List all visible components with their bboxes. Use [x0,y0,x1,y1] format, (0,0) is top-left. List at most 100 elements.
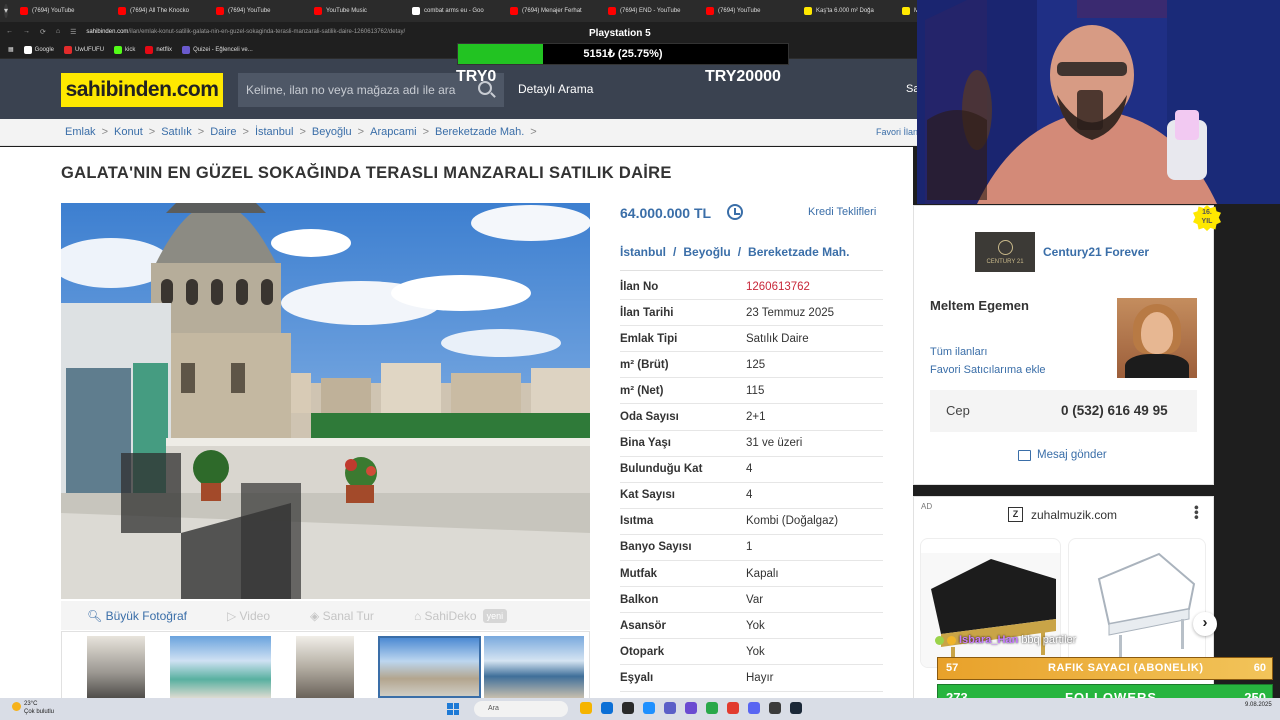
big-photo-button[interactable]: 🔍︎ Büyük Fotoğraf [87,609,187,623]
discord-icon[interactable] [748,702,760,714]
chat-badge-icon [947,635,956,645]
thumbnail-strip [61,631,590,701]
bookmark-item[interactable]: Quizei - Eğlenceli ve... [182,45,253,54]
tab-favicon-icon [216,7,225,15]
browser-tab[interactable]: (7694) All The Knocko [112,2,210,20]
thumbnail[interactable] [296,636,354,698]
location-link[interactable]: İstanbul [620,245,666,259]
forward-icon[interactable]: → [23,28,30,35]
credit-offers-link[interactable]: Kredi Teklifleri [808,206,876,218]
obs-icon[interactable] [769,702,781,714]
teams-icon[interactable] [664,702,676,714]
breadcrumb-item[interactable]: Beyoğlu [312,126,352,138]
breadcrumb-item[interactable]: İstanbul [255,126,294,138]
all-listings-link[interactable]: Tüm ilanları [930,346,987,358]
location-link[interactable]: Bereketzade Mah. [748,245,849,259]
detail-value: 23 Temmuz 2025 [746,306,835,319]
ad-advertiser[interactable]: Zzuhalmuzik.com [1008,507,1117,522]
breadcrumb: Emlak > Konut > Satılık > Daire > İstanbul > Beyoğ… [65,126,537,138]
detail-label: Mutfak [620,567,658,580]
edge-icon[interactable] [601,702,613,714]
message-icon [1018,449,1031,461]
bookmark-label: Google [34,46,55,53]
send-message-button[interactable]: Mesaj gönder [1018,449,1107,461]
divider [620,270,883,271]
browser-tab[interactable]: (7694) YouTube [14,2,112,20]
location-link[interactable]: Beyoğlu [683,245,730,259]
browser-tab[interactable]: (7694) Menajer Ferhat [504,2,602,20]
apps-icon[interactable]: ▦ [8,46,14,53]
app-icon[interactable] [622,702,634,714]
breadcrumb-item[interactable]: Konut [114,126,143,138]
detail-value: 125 [746,358,766,371]
app-icon[interactable] [685,702,697,714]
sahideko-button: ⌂ SahiDeko [413,608,477,623]
detail-label: Isıtma [620,515,654,528]
chat-badge-icon [935,635,944,645]
tab-favicon-icon [118,7,127,15]
detail-row: Isıtma Kombi (Doğalgaz) [620,509,883,535]
thumbnail[interactable] [87,636,145,698]
detail-label: m² (Brüt) [620,358,669,371]
chrome-icon[interactable] [706,702,718,714]
breadcrumb-separator: > [357,126,365,138]
thumbnail[interactable] [484,636,584,698]
reload-icon[interactable]: ⟳ [40,28,46,36]
thumbnail-selected[interactable] [378,636,481,698]
file-explorer-icon[interactable] [580,702,592,714]
bookmark-favicon-icon [114,45,123,54]
tab-favicon-icon [412,7,421,15]
breadcrumb-item[interactable]: Satılık [161,126,192,138]
detail-value: Hayır [746,671,774,684]
bookmark-item[interactable]: kick [114,45,135,54]
address-bar[interactable]: sahibinden.com/ilan/emlak-konut-satilik-… [86,29,405,35]
bookmark-item[interactable]: UwUFUFU [64,45,104,54]
bookmark-item[interactable]: netflix [145,45,172,54]
bookmark-item[interactable]: Google [23,45,55,54]
browser-tab[interactable]: (7694) YouTube [700,2,798,20]
browser-tab[interactable]: combat arms eu - Goo [406,2,504,20]
site-info-icon[interactable]: ☰ [70,28,76,36]
carousel-next-icon[interactable]: › [1193,612,1217,636]
weather-widget[interactable]: 23°C Çok bulutlu [12,700,54,716]
breadcrumb-item[interactable]: Bereketzade Mah. [435,126,524,138]
detail-value: Yok [746,645,765,658]
back-icon[interactable]: ← [6,28,13,35]
detail-row: Eşyalı Hayır [620,665,883,692]
detail-row: Emlak Tipi Satılık Daire [620,326,883,353]
breadcrumb-item[interactable]: Emlak [65,126,96,138]
breadcrumb-item[interactable]: Daire [210,126,236,138]
browser-tab[interactable]: (7694) YouTube [210,2,308,20]
detail-row: Bulunduğu Kat 4 [620,457,883,483]
browser-tab[interactable]: Kaş'ta 6.000 m² Doğa [798,2,896,20]
steam-icon[interactable] [790,702,802,714]
mail-icon[interactable] [643,702,655,714]
browser-tab[interactable]: (7694) END - YouTube [602,2,700,20]
detail-label: Kat Sayısı [620,489,675,502]
main-photo[interactable] [61,203,590,599]
breadcrumb-item[interactable]: Arapcami [370,126,416,138]
listing-title: GALATA'NIN EN GÜZEL SOKAĞINDA TERASLI MA… [61,164,672,182]
add-favorite-seller-link[interactable]: Favori Satıcılarıma ekle [930,364,1046,376]
tab-label: (7694) Menajer Ferhat [522,8,582,14]
tab-search-icon[interactable]: ▾ [4,4,9,18]
windows-start-icon[interactable] [447,703,459,715]
agency-logo[interactable]: CENTURY 21 [975,232,1035,272]
phone-number[interactable]: 0 (532) 616 49 95 [1061,403,1168,418]
ad-product-image[interactable] [1068,538,1206,668]
ad-product-image[interactable] [920,538,1061,668]
thumbnail[interactable] [170,636,271,698]
bookmark-favicon-icon [182,45,191,54]
detail-value: 115 [746,384,765,397]
home-icon[interactable]: ⌂ [56,28,60,35]
taskbar-search[interactable]: Ara [474,701,568,717]
donation-goal-title: Playstation 5 [589,28,651,39]
price-history-icon[interactable] [727,204,743,220]
site-logo[interactable]: sahibinden.com [61,73,223,107]
app-icon[interactable] [727,702,739,714]
favorite-listing-link[interactable]: Favori İlan [876,127,918,137]
agency-name[interactable]: Century21 Forever [1043,245,1149,259]
more-options-icon[interactable]: ••• [1189,505,1205,520]
browser-tab[interactable]: YouTube Music [308,2,406,20]
advanced-search-link[interactable]: Detaylı Arama [518,82,593,96]
